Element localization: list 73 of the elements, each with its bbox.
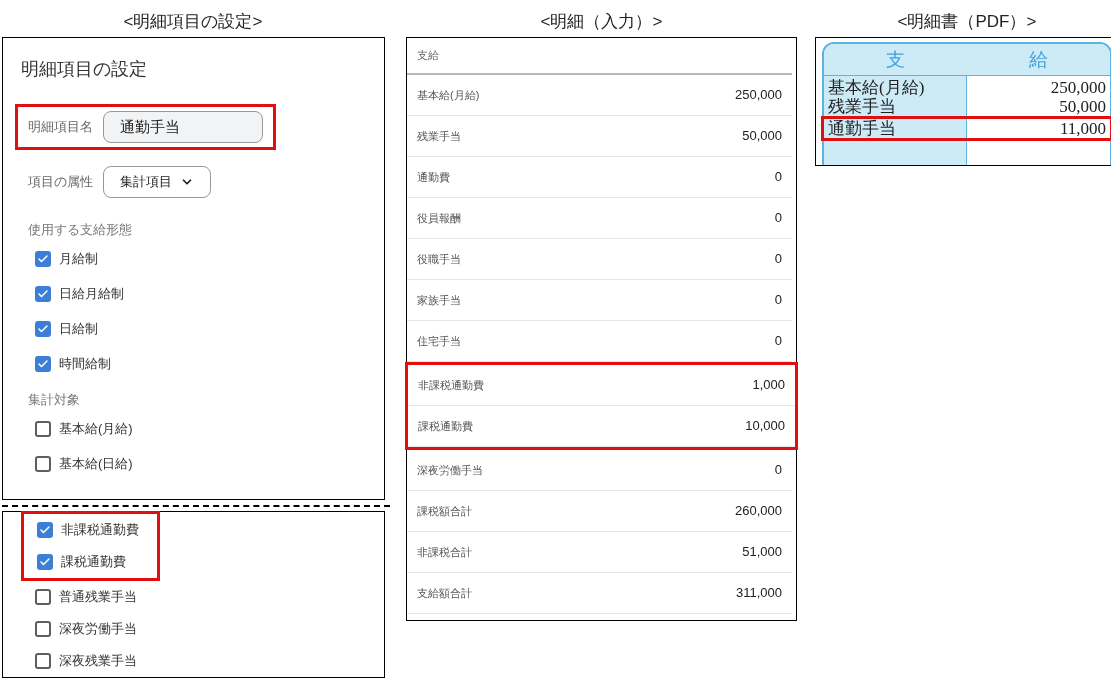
checkbox[interactable] bbox=[35, 420, 51, 437]
row-value: 0 bbox=[774, 168, 782, 187]
section-caption: <明細項目の設定> bbox=[122, 11, 264, 33]
checkbox[interactable] bbox=[35, 653, 51, 669]
checkbox[interactable] bbox=[35, 621, 51, 637]
checkbox[interactable] bbox=[35, 355, 51, 372]
field-label: 明細項目名 bbox=[28, 118, 93, 137]
checkbox[interactable] bbox=[35, 285, 51, 302]
table-cell-text: 11,000 bbox=[1058, 119, 1107, 138]
row-label: 基本給(月給) bbox=[417, 87, 480, 103]
row-label: 役職手当 bbox=[417, 251, 461, 267]
check-icon bbox=[37, 357, 49, 370]
row-value: 0 bbox=[774, 461, 782, 480]
row-value: 260,000 bbox=[735, 502, 782, 521]
checkbox-label: 深夜残業手当 bbox=[59, 652, 137, 671]
row-label: 課税額合計 bbox=[417, 503, 472, 519]
checkbox-label: 月給制 bbox=[59, 249, 98, 268]
checkbox[interactable] bbox=[37, 522, 53, 538]
check-icon bbox=[37, 287, 49, 300]
checkbox-label: 課税通勤費 bbox=[61, 553, 126, 572]
checkbox[interactable] bbox=[35, 589, 51, 605]
table-cell-text: 50,000 bbox=[1058, 97, 1107, 116]
check-icon bbox=[37, 322, 49, 335]
row-label: 役員報酬 bbox=[417, 210, 461, 226]
checkbox[interactable] bbox=[37, 554, 53, 570]
field-label: 項目の属性 bbox=[28, 173, 93, 192]
row-label: 深夜労働手当 bbox=[417, 462, 483, 478]
checkbox-label: 時間給制 bbox=[59, 354, 111, 373]
checkbox-label: 日給制 bbox=[59, 319, 98, 338]
row-label: 課税通勤費 bbox=[418, 418, 473, 434]
checkbox-label: 基本給(月給) bbox=[59, 419, 133, 438]
row-value: 311,000 bbox=[735, 584, 782, 603]
check-icon bbox=[37, 252, 49, 265]
table-cell-text: 基本給(月給) bbox=[827, 78, 926, 97]
checkbox-label: 深夜労働手当 bbox=[59, 620, 137, 639]
row-value: 1,000 bbox=[752, 376, 785, 395]
row-label: 非課税通勤費 bbox=[418, 377, 484, 393]
checkbox-label: 普通残業手当 bbox=[59, 588, 137, 607]
row-value: 51,000 bbox=[742, 543, 782, 562]
row-value: 0 bbox=[774, 209, 782, 228]
row-label: 非課税合計 bbox=[417, 544, 472, 560]
group-heading: 使用する支給形態 bbox=[27, 221, 133, 239]
row-label: 残業手当 bbox=[417, 128, 461, 144]
check-icon bbox=[39, 556, 51, 568]
table-cell-text: 通勤手当 bbox=[827, 119, 897, 138]
row-value: 0 bbox=[774, 291, 782, 310]
row-value: 250,000 bbox=[735, 86, 782, 105]
input-field[interactable]: 通勤手当 bbox=[103, 111, 263, 143]
table-cell-text: 250,000 bbox=[1049, 78, 1107, 97]
checkbox[interactable] bbox=[35, 455, 51, 472]
row-value: 0 bbox=[774, 250, 782, 269]
check-icon bbox=[39, 524, 51, 536]
dropdown[interactable]: 集計項目 bbox=[103, 166, 211, 198]
panel-title: 明細項目の設定 bbox=[20, 58, 148, 81]
section-caption: <明細書（PDF）> bbox=[896, 11, 1038, 33]
table-cell-text: 残業手当 bbox=[827, 97, 897, 116]
checkbox-label: 非課税通勤費 bbox=[61, 521, 139, 540]
checkbox-label: 日給月給制 bbox=[59, 284, 124, 303]
row-value: 50,000 bbox=[742, 127, 782, 146]
checkbox[interactable] bbox=[35, 250, 51, 267]
table-header: 支 bbox=[885, 48, 906, 72]
checkbox-label: 基本給(日給) bbox=[59, 454, 133, 473]
row-value: 10,000 bbox=[745, 417, 785, 436]
row-label: 支給額合計 bbox=[417, 585, 472, 601]
table-header: 支給 bbox=[407, 38, 792, 75]
row-value: 0 bbox=[774, 332, 782, 351]
checkbox[interactable] bbox=[35, 320, 51, 337]
row-label: 家族手当 bbox=[417, 292, 461, 308]
row-label: 通勤費 bbox=[417, 169, 450, 185]
table-header: 給 bbox=[1028, 48, 1049, 72]
row-label: 住宅手当 bbox=[417, 333, 461, 349]
section-caption: <明細（入力）> bbox=[539, 11, 664, 33]
group-heading: 集計対象 bbox=[27, 391, 81, 409]
